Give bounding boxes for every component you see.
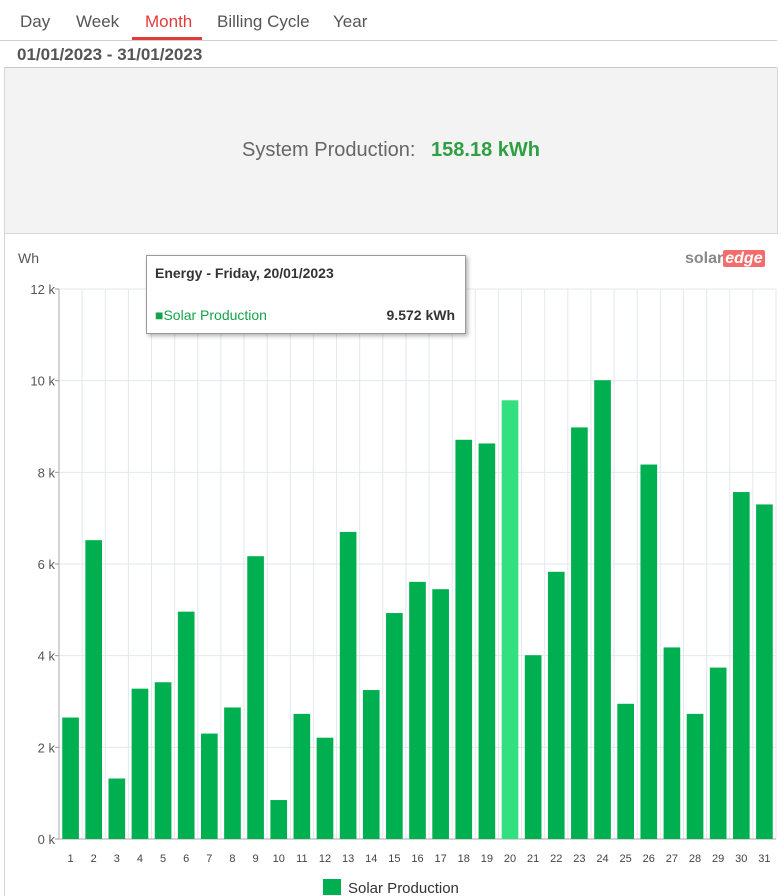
legend-label: Solar Production — [348, 880, 459, 896]
bar-3 — [108, 778, 126, 839]
logo-edge: edge — [723, 250, 765, 267]
bar-28 — [686, 713, 704, 839]
x-tick-label: 10 — [273, 853, 285, 865]
x-tick-label: 24 — [596, 853, 608, 865]
bar-30 — [732, 492, 750, 839]
x-tick-label: 5 — [160, 853, 166, 865]
tooltip-title: Energy - Friday, 20/01/2023 — [155, 265, 334, 281]
x-tick-label: 7 — [206, 853, 212, 865]
bar-1 — [62, 717, 79, 839]
bar-27 — [663, 647, 681, 839]
x-tick-label: 14 — [365, 853, 377, 865]
x-tick-label: 12 — [319, 853, 331, 865]
x-tick-label: 17 — [435, 853, 447, 865]
x-tick-label: 8 — [229, 853, 235, 865]
tooltip-series-name: Solar Production — [163, 307, 267, 323]
x-tick-label: 31 — [758, 853, 770, 865]
x-tick-label: 3 — [114, 853, 120, 865]
bar-6 — [177, 611, 195, 839]
x-tick-label: 15 — [388, 853, 400, 865]
y-tick-label: 10 k — [30, 374, 55, 389]
bar-11 — [293, 713, 311, 839]
x-tick-label: 2 — [91, 853, 97, 865]
x-tick-label: 22 — [550, 853, 562, 865]
logo-solar: solar — [685, 250, 724, 267]
legend-swatch — [323, 879, 341, 895]
x-tick-label: 19 — [481, 853, 493, 865]
bar-7 — [201, 733, 218, 839]
x-tick-label: 13 — [342, 853, 354, 865]
x-tick-label: 25 — [620, 853, 632, 865]
chart-tooltip: Energy - Friday, 20/01/2023 ■Solar Produ… — [146, 255, 466, 334]
solaredge-logo: solar edge — [685, 250, 765, 268]
bar-13 — [339, 531, 357, 839]
bar-20 — [501, 400, 519, 839]
x-tick-label: 16 — [411, 853, 423, 865]
bar-31 — [756, 504, 773, 839]
bar-8 — [224, 707, 241, 839]
bar-15 — [386, 613, 403, 839]
y-tick-label: 4 k — [38, 649, 56, 664]
bar-23 — [571, 427, 588, 839]
x-tick-label: 20 — [504, 853, 516, 865]
y-tick-label: 0 k — [38, 832, 56, 847]
bar-14 — [362, 690, 380, 839]
bar-12 — [316, 737, 334, 839]
x-tick-label: 28 — [689, 853, 701, 865]
x-tick-label: 6 — [183, 853, 189, 865]
x-tick-label: 9 — [253, 853, 259, 865]
bar-16 — [409, 581, 426, 839]
bar-19 — [478, 443, 496, 839]
x-tick-label: 23 — [573, 853, 585, 865]
y-axis-unit: Wh — [18, 250, 39, 266]
bar-2 — [85, 540, 103, 839]
x-tick-label: 29 — [712, 853, 724, 865]
x-tick-label: 30 — [735, 853, 747, 865]
tooltip-value: 9.572 kWh — [386, 307, 455, 323]
x-tick-label: 18 — [458, 853, 470, 865]
bar-21 — [524, 655, 542, 839]
bar-26 — [640, 464, 658, 839]
bar-5 — [154, 682, 172, 839]
x-tick-label: 1 — [68, 853, 74, 865]
y-tick-label: 6 k — [38, 557, 56, 572]
x-tick-label: 21 — [527, 853, 539, 865]
y-tick-label: 8 k — [38, 465, 56, 480]
bar-4 — [131, 688, 149, 839]
x-tick-label: 11 — [296, 853, 307, 865]
tooltip-series: ■Solar Production — [155, 307, 267, 323]
x-tick-label: 4 — [137, 853, 143, 865]
x-tick-label: 27 — [666, 853, 678, 865]
bar-24 — [594, 380, 611, 839]
bar-9 — [247, 556, 264, 839]
bar-18 — [455, 439, 473, 839]
y-tick-label: 12 k — [30, 282, 55, 297]
bar-17 — [432, 589, 449, 839]
y-tick-label: 2 k — [38, 740, 56, 755]
x-tick-label: 26 — [643, 853, 655, 865]
bar-29 — [709, 667, 727, 839]
bar-22 — [547, 571, 565, 839]
production-chart: 0 k2 k4 k6 k8 k10 k12 kWh1 2 3 4 5 6 7 8 9 10 11 12… — [18, 250, 777, 896]
bar-25 — [617, 703, 634, 839]
bar-10 — [270, 800, 288, 839]
